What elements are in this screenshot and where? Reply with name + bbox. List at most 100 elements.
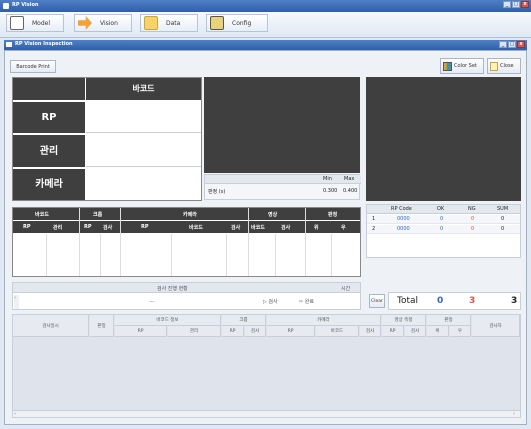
results-divider-1 xyxy=(46,234,47,276)
total-ng: 3 xyxy=(469,296,476,306)
counter-row[interactable] xyxy=(367,225,520,234)
results-divider-9 xyxy=(305,208,306,276)
toolbar-config-button[interactable]: Config xyxy=(206,14,268,32)
sub-manage: 관리 xyxy=(53,225,63,231)
close-document-icon xyxy=(490,61,498,71)
color-palette-icon xyxy=(443,61,452,71)
maximize-button[interactable]: □ xyxy=(512,1,520,8)
stats-row-label: 판정 (s) xyxy=(208,189,226,195)
document-icon xyxy=(10,16,24,30)
log-col-image: 영상 측정 xyxy=(382,315,426,326)
group-camera: 카메라 xyxy=(183,212,197,218)
log-sub-right: 우 xyxy=(450,326,471,337)
toolbar-vision-label: Vision xyxy=(100,19,118,27)
toolbar-data-button[interactable]: Data xyxy=(140,14,198,32)
progress-panel: 검사 진행 현황 시간 --- ▷ 검사 ⇨ 완료 ‹ xyxy=(12,282,361,310)
info-value-manage xyxy=(86,134,201,167)
log-col-datetime: 검사일시 xyxy=(13,315,89,337)
group-barcode: 바코드 xyxy=(35,212,49,218)
progress-time-label: 시간 xyxy=(341,286,351,292)
counter-row-2-code: 0000 xyxy=(397,226,410,232)
info-row-camera: 카메라 xyxy=(13,168,85,200)
progress-center-text: --- xyxy=(149,299,155,305)
info-header-barcode: 바코드 xyxy=(86,78,201,100)
sub-barcode-2: 바코드 xyxy=(251,225,265,231)
results-divider-5 xyxy=(171,234,172,276)
results-divider-10 xyxy=(331,234,332,276)
toolbar-model-button[interactable]: Model xyxy=(6,14,64,32)
log-col-judgement: 판정 xyxy=(427,315,471,326)
sub-inspect-1: 검사 xyxy=(103,225,113,231)
clear-button[interactable]: Clear xyxy=(369,294,385,308)
stats-max-value: 0.400 xyxy=(343,188,358,194)
counter-row-2-sum: 0 xyxy=(501,226,505,232)
child-restore-button[interactable]: □ xyxy=(508,41,516,48)
toolbar-vision-button[interactable]: Vision xyxy=(74,14,132,32)
scroll-left-icon[interactable]: ‹ xyxy=(14,411,20,417)
sub-inspect-3: 검사 xyxy=(281,225,291,231)
color-set-label: Color Set xyxy=(454,63,477,69)
counter-header-code: RP Code xyxy=(391,206,412,212)
counter-row[interactable] xyxy=(367,215,520,224)
sub-rp-2: RP xyxy=(84,224,92,230)
info-corner xyxy=(13,78,85,100)
child-window-icon xyxy=(6,42,12,47)
color-set-button[interactable]: Color Set xyxy=(440,58,484,74)
log-col-barcode-info: 바코드 정보 xyxy=(115,315,221,326)
info-row-manage: 관리 xyxy=(13,134,85,167)
minimize-button[interactable]: _ xyxy=(503,1,511,8)
log-sub-barcode: 바코드 xyxy=(316,326,359,337)
counter-row-1-idx: 1 xyxy=(372,216,376,222)
child-close-window-button[interactable]: x xyxy=(517,41,525,48)
log-sub-rp-4: RP xyxy=(382,326,404,337)
counter-row-2-ng: 0 xyxy=(471,226,475,232)
stats-header-min: Min xyxy=(323,176,332,182)
progress-left-arrow-icon[interactable]: ‹ xyxy=(14,295,19,309)
results-divider-6 xyxy=(226,234,227,276)
sub-up: 위 xyxy=(314,225,319,231)
total-label: Total xyxy=(397,296,419,306)
close-button[interactable]: Close xyxy=(487,58,521,74)
counter-row-1-code: 0000 xyxy=(397,216,410,222)
barcode-print-button[interactable]: Barcode Print xyxy=(10,60,56,73)
progress-header: 검사 진행 현황 xyxy=(157,286,188,292)
toolbar-model-label: Model xyxy=(32,19,51,27)
log-col-inspector: 검사자 xyxy=(472,315,520,337)
close-window-button[interactable]: x xyxy=(521,1,529,8)
main-toolbar: Model Vision Data Config xyxy=(0,12,531,38)
log-sub-inspect-3: 검사 xyxy=(405,326,426,337)
stats-header-max: Max xyxy=(344,176,355,182)
results-divider-2 xyxy=(79,208,80,276)
results-divider-8 xyxy=(275,234,276,276)
toolbar-config-label: Config xyxy=(232,19,252,27)
results-divider-4 xyxy=(120,208,121,276)
log-grid: 검사일시 판정 바코드 정보 크롭 카메라 영상 측정 판정 검사자 RP 관리… xyxy=(12,314,521,418)
arrow-icon xyxy=(78,16,92,30)
counter-row-1-sum: 0 xyxy=(501,216,505,222)
camera-view xyxy=(204,77,360,173)
child-title-bar: RP Vision Inspection _ □ x xyxy=(4,40,527,50)
log-sub-manage: 관리 xyxy=(168,326,221,337)
group-crop: 크롭 xyxy=(93,212,103,218)
camera-view-right xyxy=(366,77,521,201)
info-table: 바코드 RP 관리 카메라 xyxy=(12,77,202,201)
close-label: Close xyxy=(500,63,514,69)
log-sub-up: 위 xyxy=(427,326,449,337)
counter-header-ng: NG xyxy=(468,206,476,212)
counter-header-ok: OK xyxy=(437,206,445,212)
counter-row-2-idx: 2 xyxy=(372,226,376,232)
log-col-camera: 카메라 xyxy=(267,315,381,326)
total-ok: 0 xyxy=(437,296,444,306)
app-icon xyxy=(3,3,9,9)
log-sub-rp-1: RP xyxy=(115,326,167,337)
total-row: Total 0 3 3 xyxy=(388,292,521,310)
folder-icon xyxy=(144,16,158,30)
scroll-right-icon[interactable]: › xyxy=(513,411,519,417)
log-grid-body[interactable] xyxy=(13,338,520,410)
app-title-bar: RP Vision _ □ x xyxy=(0,0,531,12)
log-sub-inspect-1: 검사 xyxy=(245,326,266,337)
counter-row-1-ok: 0 xyxy=(440,216,444,222)
log-horizontal-scrollbar[interactable]: ‹ › xyxy=(13,410,520,417)
log-col-judge: 판정 xyxy=(90,315,114,337)
child-minimize-button[interactable]: _ xyxy=(499,41,507,48)
